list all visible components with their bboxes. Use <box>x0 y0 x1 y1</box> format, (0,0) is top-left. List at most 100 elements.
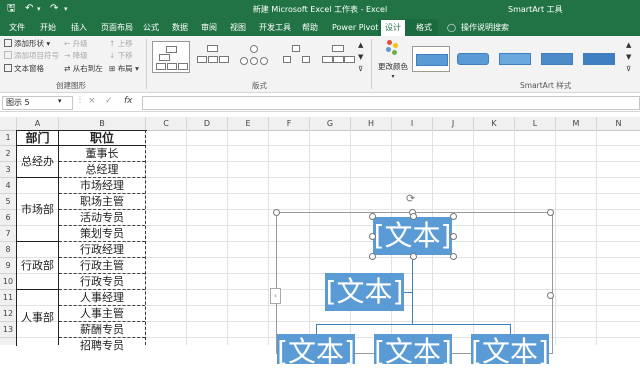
column-header-b[interactable]: B <box>59 117 146 130</box>
tab-home[interactable]: 开始 <box>40 22 56 33</box>
smartart-style-5[interactable] <box>580 46 616 70</box>
demote-button[interactable]: → 降级 <box>64 51 88 61</box>
position-cell[interactable]: 行政专员 <box>59 274 145 289</box>
formula-input[interactable] <box>142 96 640 110</box>
cancel-icon[interactable]: × <box>88 96 96 106</box>
promote-button[interactable]: ← 升级 <box>64 39 88 49</box>
smartart-assistant-node[interactable]: [文本] <box>325 273 404 311</box>
tab-power-pivot[interactable]: Power Pivot <box>332 22 378 33</box>
node-handle[interactable] <box>450 253 457 260</box>
position-cell[interactable]: 职场主管 <box>59 194 145 209</box>
styles-more-icon[interactable]: ⊽ <box>626 64 631 74</box>
tab-review[interactable]: 审阅 <box>201 22 217 33</box>
layout-button[interactable]: ⊞ 布局 ▾ <box>109 64 139 74</box>
row-header-1[interactable]: 1 <box>0 131 16 146</box>
cell-a1[interactable]: 部门 <box>17 131 58 145</box>
node-handle[interactable] <box>450 233 457 240</box>
move-down-button[interactable]: ↓ 下移 <box>109 51 133 61</box>
column-header-i[interactable]: I <box>392 117 433 130</box>
right-to-left-button[interactable]: ⇄ 从右到左 <box>64 64 103 74</box>
node-handle[interactable] <box>410 253 417 260</box>
smartart-style-2[interactable] <box>454 46 490 70</box>
column-header-j[interactable]: J <box>433 117 474 130</box>
cell-b1[interactable]: 职位 <box>59 131 145 145</box>
position-cell[interactable]: 行政经理 <box>59 242 145 257</box>
name-box-dropdown-icon[interactable]: ▾ <box>58 97 62 105</box>
tab-page-layout[interactable]: 页面布局 <box>101 22 133 33</box>
layout-option-2[interactable] <box>194 41 230 71</box>
smartart-child-node[interactable]: [文本] <box>277 334 355 368</box>
text-pane-toggle-icon[interactable]: ‹ <box>270 288 281 304</box>
row-header-3[interactable]: 3 <box>0 162 16 178</box>
column-header-e[interactable]: E <box>228 117 269 130</box>
position-cell[interactable]: 董事长 <box>59 146 145 161</box>
column-header-d[interactable]: D <box>187 117 228 130</box>
column-header-a[interactable]: A <box>17 117 59 130</box>
column-header-g[interactable]: G <box>310 117 351 130</box>
resize-handle[interactable] <box>547 292 554 299</box>
move-up-button[interactable]: ↑ 上移 <box>109 39 133 49</box>
tab-developer[interactable]: 开发工具 <box>259 22 291 33</box>
node-handle[interactable] <box>369 253 376 260</box>
tab-format[interactable]: 格式 <box>416 22 432 33</box>
row-header-7[interactable]: 7 <box>0 226 16 242</box>
smartart-style-1[interactable] <box>412 46 450 72</box>
layout-option-1[interactable] <box>152 41 190 73</box>
row-header-5[interactable]: 5 <box>0 194 16 210</box>
row-header-2[interactable]: 2 <box>0 146 16 162</box>
position-cell[interactable]: 总经理 <box>59 162 145 177</box>
node-handle[interactable] <box>450 213 457 220</box>
styles-scroll-up-icon[interactable]: ▲ <box>626 40 631 50</box>
tab-insert[interactable]: 插入 <box>71 22 87 33</box>
column-header-h[interactable]: H <box>351 117 392 130</box>
text-pane-button[interactable]: 文本窗格 <box>4 64 44 74</box>
row-header-9[interactable]: 9 <box>0 258 16 274</box>
column-header-k[interactable]: K <box>474 117 515 130</box>
tab-data[interactable]: 数据 <box>172 22 188 33</box>
row-header-4[interactable]: 4 <box>0 178 16 194</box>
node-handle[interactable] <box>369 233 376 240</box>
column-header-f[interactable]: F <box>269 117 310 130</box>
column-header-l[interactable]: L <box>515 117 556 130</box>
add-shape-button[interactable]: 添加形状 ▾ <box>4 39 50 49</box>
smartart-child-node[interactable]: [文本] <box>471 334 549 368</box>
layout-option-4[interactable] <box>278 41 314 71</box>
row-header-14[interactable] <box>0 338 16 345</box>
position-cell[interactable]: 策划专员 <box>59 226 145 241</box>
tab-view[interactable]: 视图 <box>230 22 246 33</box>
gallery-scroll-down-icon[interactable]: ▼ <box>358 52 363 62</box>
column-header-m[interactable]: M <box>556 117 597 130</box>
position-cell[interactable]: 薪酬专员 <box>59 322 145 337</box>
node-handle[interactable] <box>410 213 417 220</box>
gallery-scroll-up-icon[interactable]: ▲ <box>358 40 363 50</box>
position-cell[interactable]: 行政主管 <box>59 258 145 273</box>
smartart-style-3[interactable] <box>496 46 532 70</box>
tab-help[interactable]: 帮助 <box>302 22 318 33</box>
row-header-12[interactable]: 12 <box>0 306 16 322</box>
tab-file[interactable]: 文件 <box>9 22 25 33</box>
position-cell[interactable]: 活动专员 <box>59 210 145 225</box>
department-cell[interactable]: 行政部 <box>17 242 58 289</box>
row-header-13[interactable]: 13 <box>0 322 16 338</box>
smartart-child-node[interactable]: [文本] <box>374 334 452 368</box>
position-cell[interactable]: 人事主管 <box>59 306 145 321</box>
row-header-10[interactable]: 10 <box>0 274 16 290</box>
enter-icon[interactable]: ✓ <box>105 96 113 106</box>
rotate-handle-icon[interactable]: ⟳ <box>406 192 415 205</box>
department-cell[interactable]: 人事部 <box>17 290 58 345</box>
position-cell[interactable]: 人事经理 <box>59 290 145 305</box>
column-header-c[interactable]: C <box>146 117 187 130</box>
node-handle[interactable] <box>369 213 376 220</box>
tab-formulas[interactable]: 公式 <box>143 22 159 33</box>
gallery-more-icon[interactable]: ⊽ <box>358 64 363 74</box>
name-box[interactable]: 图示 5 <box>2 96 73 110</box>
smartart-style-4[interactable] <box>538 46 574 70</box>
resize-handle[interactable] <box>547 209 554 216</box>
select-all-corner[interactable] <box>0 117 17 130</box>
insert-function-icon[interactable]: fx <box>124 96 133 106</box>
department-cell[interactable]: 总经办 <box>17 146 58 177</box>
row-header-6[interactable]: 6 <box>0 210 16 226</box>
layout-option-5[interactable] <box>320 41 356 71</box>
position-cell[interactable]: 市场经理 <box>59 178 145 193</box>
resize-handle[interactable] <box>273 209 280 216</box>
